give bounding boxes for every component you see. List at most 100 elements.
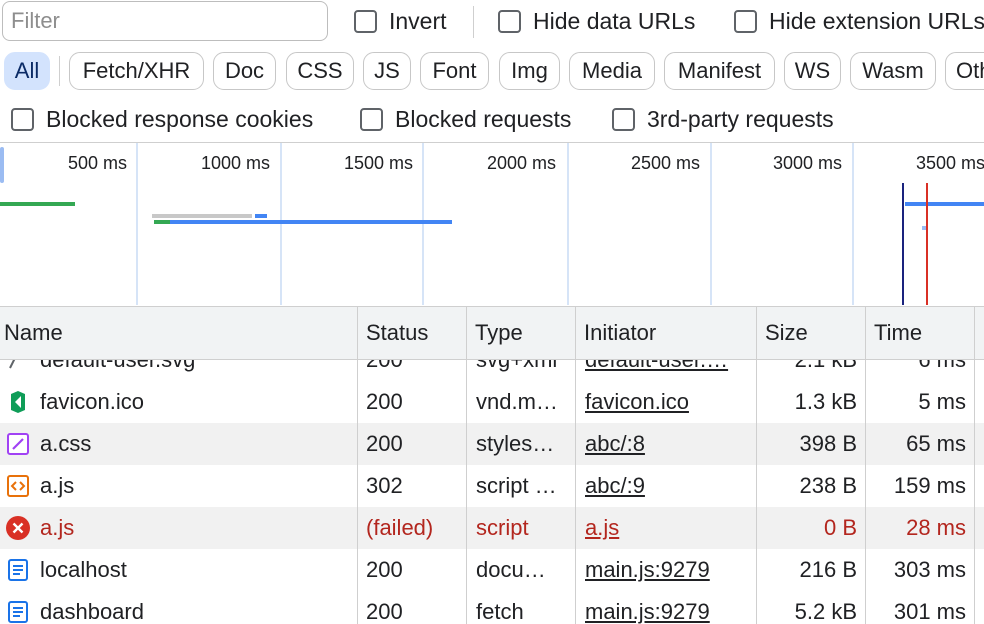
table-row[interactable]: favicon.ico 200 vnd.m… favicon.ico 1.3 k… (0, 381, 984, 423)
tick-line (280, 143, 282, 305)
request-time: 5 ms (918, 389, 966, 414)
third-party-requests-checkbox-box[interactable] (612, 108, 635, 131)
filter-pill-fetch-xhr[interactable]: Fetch/XHR (69, 52, 204, 90)
filter-pill-wasm[interactable]: Wasm (850, 52, 936, 90)
request-initiator-link[interactable]: default-user.… (585, 360, 750, 381)
column-header-size[interactable]: Size (757, 307, 865, 359)
request-time: 65 ms (906, 431, 966, 456)
request-initiator-link[interactable]: abc/:9 (585, 465, 750, 507)
request-time: 28 ms (906, 515, 966, 540)
invert-checkbox-box[interactable] (354, 10, 377, 33)
request-initiator-link[interactable]: a.js (585, 507, 750, 549)
request-size: 0 B (823, 515, 857, 540)
request-time: 159 ms (893, 473, 966, 498)
column-divider (466, 306, 467, 360)
column-header-name[interactable]: Name (0, 307, 357, 359)
tick-label: 500 ms (68, 153, 128, 173)
column-divider (466, 360, 467, 624)
request-type: svg+xml (476, 360, 571, 381)
tick-label: 2500 ms (631, 153, 701, 173)
filter-toolbar: Invert Hide data URLs Hide extension URL… (0, 0, 984, 44)
filter-pill-manifest[interactable]: Manifest (664, 52, 775, 90)
toolbar-divider (473, 6, 474, 38)
filter-pill-img[interactable]: Img (499, 52, 560, 90)
requests-table-header: Name Status Type Initiator Size Time (0, 306, 984, 360)
overview-bar-blue (170, 220, 452, 224)
load-event-marker (926, 183, 928, 305)
hide-data-urls-checkbox[interactable]: Hide data URLs (498, 8, 695, 35)
column-header-status[interactable]: Status (358, 307, 465, 359)
dom-content-loaded-marker (902, 183, 904, 305)
table-row[interactable]: localhost 200 docu… main.js:9279 216 B 3… (0, 549, 984, 591)
tick-label: 3000 ms (773, 153, 843, 173)
request-initiator-link[interactable]: main.js:9279 (585, 549, 750, 591)
filter-pill-media[interactable]: Media (569, 52, 655, 90)
table-row[interactable]: a.css 200 styles… abc/:8 398 B 65 ms (0, 423, 984, 465)
tick-line (136, 143, 138, 305)
column-divider (357, 306, 358, 360)
blocked-filter-bar: Blocked response cookies Blocked request… (0, 96, 984, 142)
request-name: default-user.svg (40, 360, 350, 381)
table-row[interactable]: dashboard 200 fetch main.js:9279 5.2 kB … (0, 591, 984, 624)
request-size: 2.1 kB (757, 360, 857, 381)
blocked-response-cookies-checkbox[interactable]: Blocked response cookies (11, 106, 313, 133)
overview-bar-gray (152, 214, 252, 218)
network-overview-timeline[interactable]: 500 ms 1000 ms 1500 ms 2000 ms 2500 ms 3… (0, 142, 984, 306)
request-size: 238 B (799, 473, 858, 498)
request-status: 200 (366, 599, 403, 624)
filter-input[interactable] (2, 1, 328, 41)
table-row[interactable]: default-user.svg 200 svg+xml default-use… (0, 360, 984, 381)
filter-pill-ws[interactable]: WS (784, 52, 841, 90)
tick-label: 3500 ms (916, 153, 984, 173)
request-status: 200 (366, 389, 403, 414)
invert-checkbox[interactable]: Invert (354, 8, 447, 35)
tick-line (710, 143, 712, 305)
request-type-filter-bar: All Fetch/XHR Doc CSS JS Font Img Media … (0, 48, 984, 94)
hide-data-urls-checkbox-box[interactable] (498, 10, 521, 33)
request-size: 216 B (799, 557, 858, 582)
table-row[interactable]: a.js 302 script … abc/:9 238 B 159 ms (0, 465, 984, 507)
column-header-type[interactable]: Type (467, 307, 575, 359)
column-header-time[interactable]: Time (866, 307, 974, 359)
blocked-response-cookies-label: Blocked response cookies (46, 106, 314, 132)
blocked-requests-checkbox[interactable]: Blocked requests (360, 106, 571, 133)
blocked-response-cookies-checkbox-box[interactable] (11, 108, 34, 131)
filter-pill-css[interactable]: CSS (286, 52, 354, 90)
requests-table-body[interactable]: default-user.svg 200 svg+xml default-use… (0, 360, 984, 624)
request-initiator-link[interactable]: main.js:9279 (585, 591, 750, 624)
overview-selection-handle[interactable] (0, 147, 4, 183)
request-type: styles… (476, 431, 555, 456)
error-icon (6, 516, 30, 540)
column-divider (756, 306, 757, 360)
request-type: fetch (476, 599, 524, 624)
invert-label: Invert (389, 8, 447, 34)
image-icon (6, 360, 30, 372)
table-row[interactable]: a.js (failed) script a.js 0 B 28 ms (0, 507, 984, 549)
filter-pill-all[interactable]: All (4, 52, 50, 90)
request-name: a.js (40, 515, 75, 540)
request-status: 200 (366, 360, 461, 381)
document-icon (6, 600, 30, 624)
request-time: 303 ms (893, 557, 966, 582)
filter-pill-doc[interactable]: Doc (213, 52, 276, 90)
hide-extension-urls-checkbox[interactable]: Hide extension URLs (734, 8, 984, 35)
third-party-requests-checkbox[interactable]: 3rd-party requests (612, 106, 834, 133)
request-initiator-link[interactable]: favicon.ico (585, 381, 750, 423)
third-party-requests-label: 3rd-party requests (647, 106, 834, 132)
filter-divider (59, 56, 60, 86)
column-divider (357, 360, 358, 624)
filter-pill-other[interactable]: Other (945, 52, 984, 90)
request-initiator-link[interactable]: abc/:8 (585, 423, 750, 465)
request-name: favicon.ico (40, 389, 144, 414)
column-header-initiator[interactable]: Initiator (576, 307, 756, 359)
overview-bar-blue (255, 214, 267, 218)
filter-pill-font[interactable]: Font (420, 52, 489, 90)
hide-extension-urls-checkbox-box[interactable] (734, 10, 757, 33)
tick-line (852, 143, 854, 305)
filter-pill-js[interactable]: JS (363, 52, 411, 90)
request-size: 5.2 kB (794, 599, 857, 624)
column-divider (865, 306, 866, 360)
blocked-requests-checkbox-box[interactable] (360, 108, 383, 131)
request-name: a.js (40, 473, 75, 498)
request-type: script … (476, 473, 557, 498)
